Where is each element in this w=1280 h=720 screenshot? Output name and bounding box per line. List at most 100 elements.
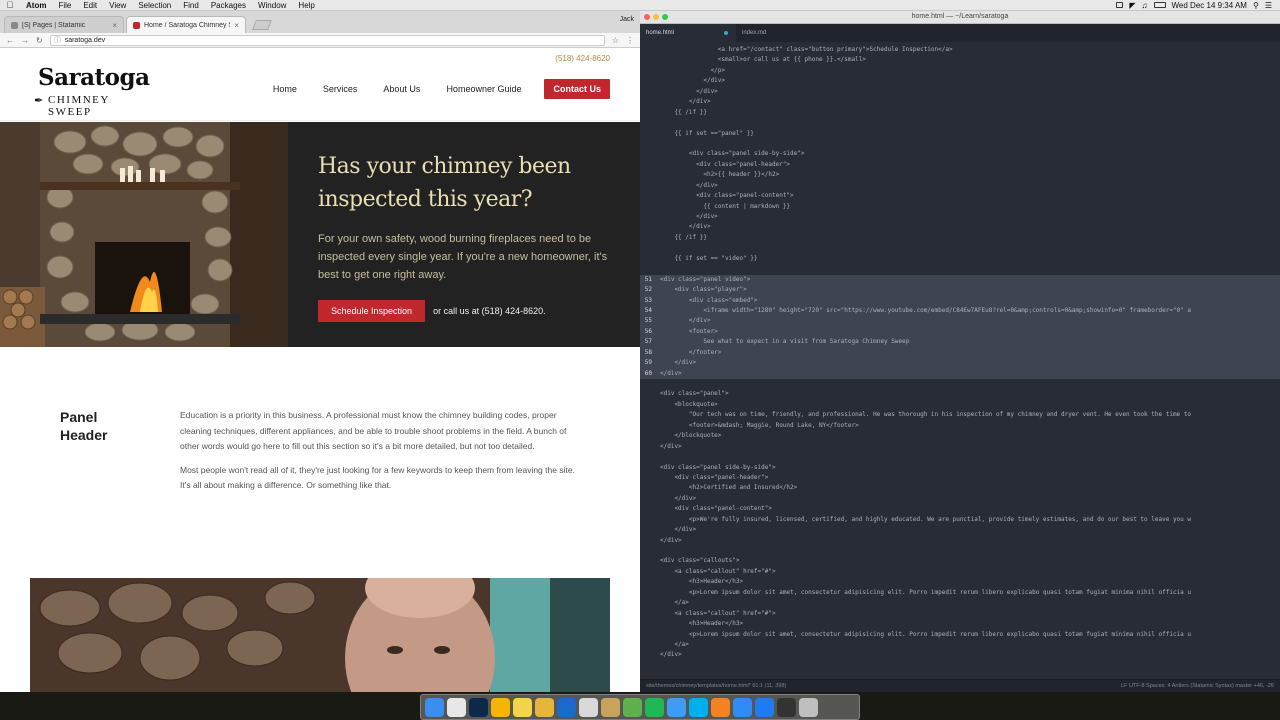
- bookmark-star-icon[interactable]: ☆: [612, 36, 619, 45]
- code-line[interactable]: [640, 264, 1280, 274]
- chrome-icon[interactable]: [447, 697, 466, 717]
- status-info[interactable]: LF UTF-8 Spaces: 4 Antlers (Statamic Syn…: [1121, 683, 1274, 689]
- code-line[interactable]: </div>: [640, 97, 1280, 107]
- code-line[interactable]: </div>: [640, 525, 1280, 535]
- sequel-pro-icon[interactable]: [601, 697, 620, 717]
- line-number[interactable]: [640, 515, 654, 525]
- line-number[interactable]: 59: [640, 358, 654, 368]
- line-number[interactable]: 57: [640, 337, 654, 347]
- skype-icon[interactable]: [689, 697, 708, 717]
- line-number[interactable]: [640, 577, 654, 587]
- code-line[interactable]: <div class="panel side-by-side">: [640, 149, 1280, 159]
- line-number[interactable]: [640, 191, 654, 201]
- back-icon[interactable]: ←: [6, 36, 14, 45]
- line-number[interactable]: [640, 160, 654, 170]
- header-phone[interactable]: (518) 424-8620: [555, 54, 610, 63]
- line-number[interactable]: [640, 202, 654, 212]
- minimize-window-icon[interactable]: [653, 14, 659, 20]
- code-line[interactable]: <h3>Header</h3>: [640, 577, 1280, 587]
- line-number[interactable]: [640, 630, 654, 640]
- code-line[interactable]: </p>: [640, 66, 1280, 76]
- code-line[interactable]: </div>: [640, 181, 1280, 191]
- code-line[interactable]: 51 <div class="panel video">: [640, 274, 1280, 286]
- line-number[interactable]: [640, 97, 654, 107]
- line-number[interactable]: [640, 588, 654, 598]
- code-line[interactable]: </div>: [640, 87, 1280, 97]
- code-line[interactable]: <div class="panel-header">: [640, 473, 1280, 483]
- line-number[interactable]: [640, 254, 654, 264]
- notes-icon[interactable]: [513, 697, 532, 717]
- menu-help[interactable]: Help: [292, 1, 320, 10]
- line-number[interactable]: [640, 264, 654, 274]
- notifications-icon[interactable]: ☰: [1265, 1, 1272, 10]
- line-number[interactable]: [640, 149, 654, 159]
- 1password-icon[interactable]: [557, 697, 576, 717]
- code-line[interactable]: <div class="panel-header">: [640, 160, 1280, 170]
- line-number[interactable]: [640, 379, 654, 389]
- line-number[interactable]: [640, 504, 654, 514]
- menu-edit[interactable]: Edit: [77, 1, 103, 10]
- code-line[interactable]: </div>: [640, 650, 1280, 660]
- code-line[interactable]: [640, 118, 1280, 128]
- code-line[interactable]: 60 </div>: [640, 368, 1280, 379]
- line-number[interactable]: [640, 400, 654, 410]
- forward-icon[interactable]: →: [21, 36, 29, 45]
- code-line[interactable]: <blockquote>: [640, 400, 1280, 410]
- menu-window[interactable]: Window: [252, 1, 292, 10]
- code-line[interactable]: </div>: [640, 494, 1280, 504]
- terminal-icon[interactable]: [777, 697, 796, 717]
- code-line[interactable]: </a>: [640, 640, 1280, 650]
- menu-clock[interactable]: Wed Dec 14 9:34 AM: [1172, 1, 1247, 10]
- code-line[interactable]: <p>Lorem ipsum dolor sit amet, consectet…: [640, 588, 1280, 598]
- line-number[interactable]: 54: [640, 306, 654, 316]
- line-number[interactable]: [640, 546, 654, 556]
- line-number[interactable]: [640, 556, 654, 566]
- profile-name[interactable]: Jack: [620, 16, 634, 23]
- code-line[interactable]: </a>: [640, 598, 1280, 608]
- line-number[interactable]: [640, 525, 654, 535]
- line-number[interactable]: 52: [640, 285, 654, 295]
- code-line[interactable]: <footer>&mdash; Maggie, Round Lake, NY</…: [640, 421, 1280, 431]
- code-line[interactable]: 56 <footer>: [640, 326, 1280, 338]
- menu-view[interactable]: View: [103, 1, 132, 10]
- close-tab-icon[interactable]: ×: [234, 21, 239, 30]
- sketch-icon[interactable]: [491, 697, 510, 717]
- close-window-icon[interactable]: [644, 14, 650, 20]
- line-number[interactable]: [640, 442, 654, 452]
- status-file-path[interactable]: site/themes/chimney/templates/home.html*…: [646, 683, 786, 689]
- code-line[interactable]: 54 <iframe width="1280" height="720" src…: [640, 305, 1280, 317]
- code-line[interactable]: <div class="panel side-by-side">: [640, 463, 1280, 473]
- code-line[interactable]: <a href="/contact" class="button primary…: [640, 45, 1280, 55]
- line-number[interactable]: [640, 222, 654, 232]
- menu-selection[interactable]: Selection: [132, 1, 177, 10]
- wifi-icon[interactable]: ◤: [1129, 1, 1135, 10]
- menu-find[interactable]: Find: [177, 1, 205, 10]
- line-number[interactable]: [640, 87, 654, 97]
- nav-about-us[interactable]: About Us: [370, 84, 433, 94]
- line-number[interactable]: [640, 389, 654, 399]
- line-number[interactable]: [640, 170, 654, 180]
- atom-icon[interactable]: [623, 697, 642, 717]
- line-number[interactable]: [640, 233, 654, 243]
- line-number[interactable]: [640, 181, 654, 191]
- code-line[interactable]: </div>: [640, 536, 1280, 546]
- line-number[interactable]: [640, 463, 654, 473]
- code-line[interactable]: <h3>Header</h3>: [640, 619, 1280, 629]
- line-number[interactable]: [640, 139, 654, 149]
- line-number[interactable]: [640, 431, 654, 441]
- line-number[interactable]: [640, 536, 654, 546]
- code-line[interactable]: {{ /if }}: [640, 233, 1280, 243]
- browser-tab-saratoga[interactable]: Home / Saratoga Chimney Sw ×: [126, 16, 246, 33]
- apple-icon[interactable]: : [0, 0, 20, 10]
- line-number[interactable]: [640, 129, 654, 139]
- browser-tab-statamic[interactable]: [S] Pages | Statamic ×: [4, 16, 124, 33]
- line-number[interactable]: [640, 243, 654, 253]
- new-tab-button[interactable]: [252, 20, 272, 30]
- code-line[interactable]: </div>: [640, 76, 1280, 86]
- code-line[interactable]: 57 See what to expect in a visit from Sa…: [640, 337, 1280, 348]
- code-line[interactable]: [640, 243, 1280, 253]
- code-line[interactable]: 53 <div class="embed">: [640, 295, 1280, 306]
- line-number[interactable]: [640, 118, 654, 128]
- line-number[interactable]: [640, 66, 654, 76]
- code-area[interactable]: <a href="/contact" class="button primary…: [640, 45, 1280, 679]
